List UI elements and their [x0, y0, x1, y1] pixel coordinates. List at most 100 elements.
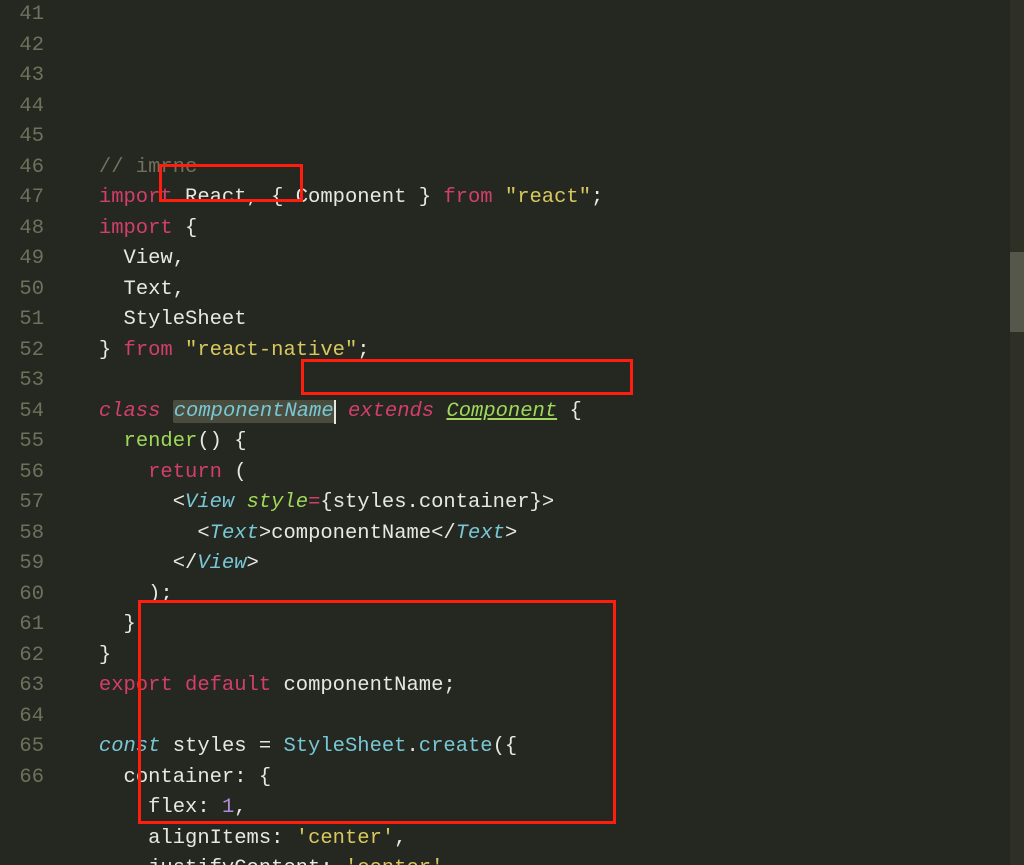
line-number: 49: [0, 244, 44, 275]
token-keyword: from: [443, 183, 492, 214]
token-punct: </: [431, 519, 456, 550]
token-default: Text: [124, 275, 173, 306]
code-editor[interactable]: 4142434445464748495051525354555657585960…: [0, 0, 1004, 865]
token-punct: }: [124, 610, 136, 641]
line-number: 61: [0, 610, 44, 641]
token-funcCall: create: [419, 732, 493, 763]
token-ind: [62, 153, 99, 184]
line-number: 65: [0, 732, 44, 763]
code-line[interactable]: render() {: [62, 427, 1004, 458]
token-punct: :: [197, 793, 222, 824]
token-string: 'center': [345, 854, 443, 865]
token-ind: [62, 610, 124, 641]
token-punct: ;: [443, 671, 455, 702]
token-default: [173, 671, 185, 702]
code-line[interactable]: );: [62, 580, 1004, 611]
minimap[interactable]: [1010, 0, 1024, 865]
token-default: flex: [148, 793, 197, 824]
code-line[interactable]: const styles = StyleSheet.create({: [62, 732, 1004, 763]
token-func: render: [124, 427, 198, 458]
line-number: 66: [0, 763, 44, 794]
token-punct: ,: [234, 793, 246, 824]
code-line[interactable]: <Text>componentName</Text>: [62, 519, 1004, 550]
code-line[interactable]: <View style={styles.container}>: [62, 488, 1004, 519]
code-line[interactable]: // imrnc: [62, 153, 1004, 184]
token-default: container: [124, 763, 235, 794]
line-number: 51: [0, 305, 44, 336]
code-line[interactable]: import React, { Component } from "react"…: [62, 183, 1004, 214]
token-punct: (: [222, 458, 247, 489]
token-ind: [62, 793, 148, 824]
token-punct: : {: [234, 763, 271, 794]
code-line[interactable]: justifyContent: 'center': [62, 854, 1004, 865]
minimap-thumb[interactable]: [1010, 252, 1024, 332]
token-punct: =: [247, 732, 284, 763]
line-number: 44: [0, 92, 44, 123]
token-default: [173, 336, 185, 367]
line-number: 54: [0, 397, 44, 428]
code-line[interactable]: [62, 366, 1004, 397]
token-ind: [62, 732, 99, 763]
token-keyword: from: [124, 336, 173, 367]
token-default: React: [173, 183, 247, 214]
code-line[interactable]: View,: [62, 244, 1004, 275]
code-line[interactable]: alignItems: 'center',: [62, 824, 1004, 855]
token-string: 'center': [296, 824, 394, 855]
token-typeU: Component: [446, 397, 557, 428]
line-number: 62: [0, 641, 44, 672]
token-ind: [62, 580, 148, 611]
code-line[interactable]: } from "react-native";: [62, 336, 1004, 367]
line-number: 48: [0, 214, 44, 245]
token-default: [234, 488, 246, 519]
code-line[interactable]: container: {: [62, 763, 1004, 794]
code-line[interactable]: }: [62, 641, 1004, 672]
code-line[interactable]: flex: 1,: [62, 793, 1004, 824]
token-punct: {: [173, 214, 198, 245]
token-punct: >: [542, 488, 554, 519]
token-default: [434, 397, 446, 428]
token-ind: [62, 488, 173, 519]
token-punct: {: [320, 488, 332, 519]
token-string: "react": [505, 183, 591, 214]
token-const: const: [99, 732, 161, 763]
line-number: 57: [0, 488, 44, 519]
token-ind: [62, 427, 124, 458]
code-content[interactable]: // imrnc import React, { Component } fro…: [62, 0, 1004, 865]
code-line[interactable]: StyleSheet: [62, 305, 1004, 336]
token-keyword2: class: [99, 397, 161, 428]
line-number: 58: [0, 519, 44, 550]
token-default: componentName: [271, 519, 431, 550]
code-line[interactable]: }: [62, 610, 1004, 641]
token-ind: [62, 549, 173, 580]
line-number: 53: [0, 366, 44, 397]
token-keyword: import: [99, 183, 173, 214]
line-number: 46: [0, 153, 44, 184]
token-punct: :: [320, 854, 345, 865]
token-string: "react-native": [185, 336, 357, 367]
token-punct: >: [505, 519, 517, 550]
token-punct: () {: [197, 427, 246, 458]
token-punct: .: [406, 732, 418, 763]
line-number: 52: [0, 336, 44, 367]
line-number: 43: [0, 61, 44, 92]
code-line[interactable]: return (: [62, 458, 1004, 489]
line-number: 50: [0, 275, 44, 306]
token-punct: {: [271, 183, 296, 214]
code-line[interactable]: </View>: [62, 549, 1004, 580]
token-default: [271, 671, 283, 702]
token-ind: [62, 305, 124, 336]
token-punct: ,: [173, 275, 185, 306]
code-line[interactable]: import {: [62, 214, 1004, 245]
code-line[interactable]: export default componentName;: [62, 671, 1004, 702]
token-keyword: export: [99, 671, 173, 702]
line-number: 59: [0, 549, 44, 580]
code-line[interactable]: Text,: [62, 275, 1004, 306]
code-line[interactable]: class componentName extends Component {: [62, 397, 1004, 428]
selected-symbol[interactable]: componentName: [173, 397, 335, 428]
token-default: View: [124, 244, 173, 275]
token-keyword: default: [185, 671, 271, 702]
token-punct: ,: [394, 824, 406, 855]
token-ind: [62, 458, 148, 489]
token-ind: [62, 244, 124, 275]
code-line[interactable]: [62, 702, 1004, 733]
